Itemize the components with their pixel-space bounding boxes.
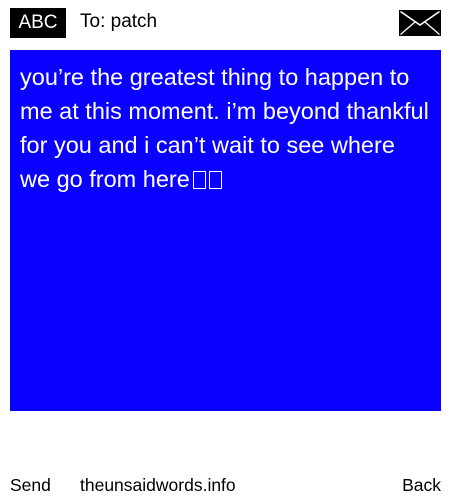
message-text-content: you’re the greatest thing to happen to m… [20,64,429,192]
send-button[interactable]: Send [10,475,51,496]
recipient-label: To: patch [80,11,158,32]
back-button[interactable]: Back [402,475,441,496]
emoji-placeholder-icon [192,171,206,189]
envelope-icon[interactable] [399,10,441,36]
input-mode-badge[interactable]: ABC [10,8,66,38]
header-bar: ABC To: patch [0,0,450,45]
emoji-placeholder-icon [208,171,222,189]
site-link[interactable]: theunsaidwords.info [80,475,236,496]
message-text: you’re the greatest thing to happen to m… [20,60,431,196]
footer-bar: Send theunsaidwords.info Back [0,470,450,500]
message-body[interactable]: you’re the greatest thing to happen to m… [10,50,441,411]
